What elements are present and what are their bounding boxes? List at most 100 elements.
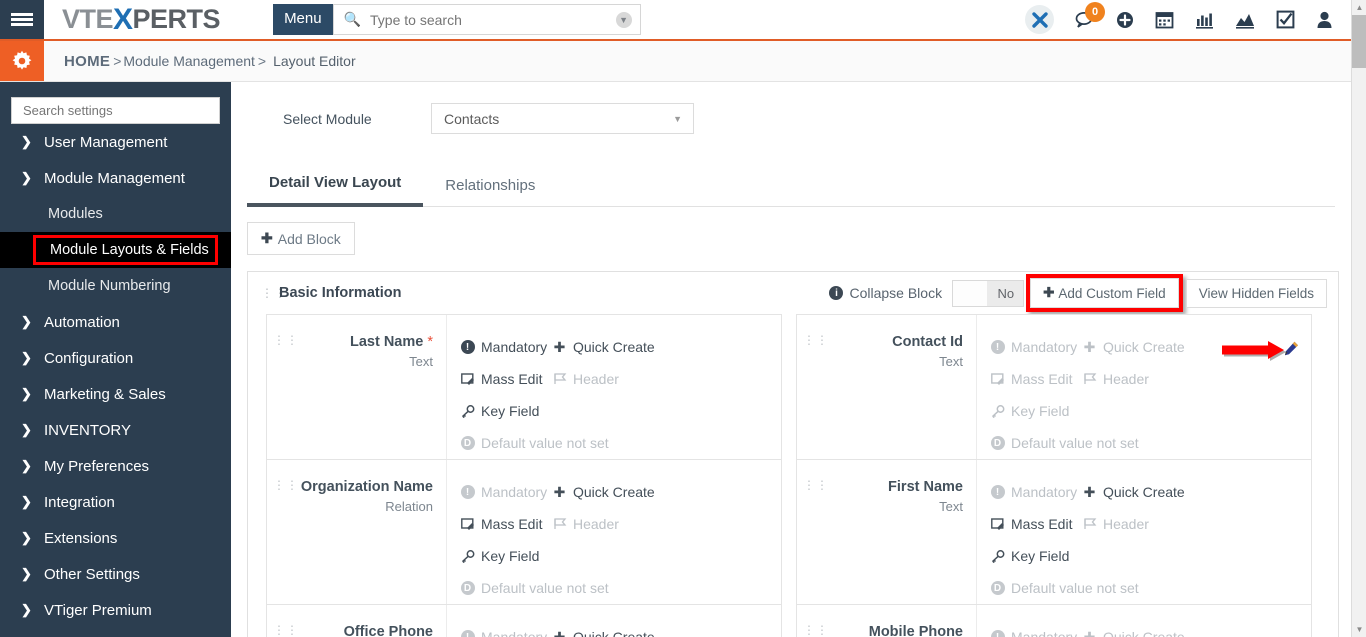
- prop-key-field[interactable]: Key Field: [990, 548, 1082, 564]
- prop-quick-create[interactable]: ✚ Quick Create: [552, 339, 655, 356]
- tab-detail-view-layout[interactable]: Detail View Layout: [247, 174, 424, 207]
- gear-icon[interactable]: [0, 41, 44, 81]
- sidebar-item-extensions[interactable]: ❯ Extensions: [0, 520, 231, 556]
- key-icon: [460, 549, 475, 563]
- prop-default-value[interactable]: D Default value not set: [460, 580, 609, 596]
- sidebar-item-marketing-and-sales[interactable]: ❯ Marketing & Sales: [0, 376, 231, 412]
- sidebar-item-integration[interactable]: ❯ Integration: [0, 484, 231, 520]
- prop-quick-create[interactable]: ✚ Quick Create: [1082, 339, 1185, 356]
- prop-header[interactable]: Header: [552, 371, 619, 387]
- edit-field-pencil-icon[interactable]: [1284, 341, 1299, 359]
- add-custom-field-highlight: ✚ Add Custom Field: [1026, 274, 1183, 312]
- add-custom-field-button[interactable]: ✚ Add Custom Field: [1030, 278, 1179, 308]
- prop-header[interactable]: Header: [552, 516, 619, 532]
- area-chart-icon[interactable]: [1235, 11, 1255, 29]
- breadcrumb-home[interactable]: HOME: [64, 53, 110, 70]
- calendar-icon[interactable]: [1155, 10, 1174, 29]
- sidebar-item-configuration[interactable]: ❯ Configuration: [0, 340, 231, 376]
- user-icon[interactable]: [1316, 11, 1333, 29]
- drag-handle-icon[interactable]: ⋮⋮: [273, 624, 298, 636]
- sidebar-item-modules[interactable]: Modules: [0, 196, 231, 232]
- field-properties: !Mandatory ✚Quick Create Mass Edit Heade…: [447, 460, 781, 604]
- bar-chart-icon[interactable]: [1195, 11, 1214, 29]
- module-select-dropdown[interactable]: Contacts ▼: [431, 103, 694, 134]
- sidebar-item-inventory[interactable]: ❯ INVENTORY: [0, 412, 231, 448]
- plus-icon: ✚: [553, 338, 566, 355]
- prop-mandatory[interactable]: ! Mandatory: [990, 339, 1082, 355]
- flag-icon: [552, 373, 567, 385]
- tab-relationships[interactable]: Relationships: [423, 177, 557, 206]
- prop-mass-edit[interactable]: Mass Edit: [990, 516, 1082, 532]
- add-circle-icon[interactable]: [1116, 11, 1134, 29]
- chevron-down-circle-icon[interactable]: ▼: [615, 11, 632, 28]
- info-icon: !: [990, 485, 1005, 499]
- checkbox-icon[interactable]: [1276, 10, 1295, 29]
- field-card[interactable]: ⋮⋮ Mobile Phone Phone !Mandatory ✚Quick …: [796, 604, 1312, 637]
- prop-mandatory[interactable]: ! Mandatory: [990, 484, 1082, 500]
- sidebar-item-module-layouts-and-fields[interactable]: Module Layouts & Fields: [0, 232, 231, 268]
- settings-search-box[interactable]: [11, 97, 220, 124]
- menu-button[interactable]: Menu: [273, 4, 333, 35]
- field-card[interactable]: ⋮⋮ Contact Id Text ! Mandatory ✚ Quick Cre…: [796, 314, 1312, 459]
- prop-key-field[interactable]: Key Field: [460, 548, 552, 564]
- search-input[interactable]: [368, 10, 616, 29]
- prop-quick-create[interactable]: ✚ Quick Create: [1082, 629, 1185, 637]
- plus-icon: ✚: [1083, 338, 1096, 355]
- sidebar-item-other-settings[interactable]: ❯ Other Settings: [0, 556, 231, 592]
- field-card[interactable]: ⋮⋮ First Name Text ! Mandatory ✚ Quick Cre…: [796, 459, 1312, 604]
- sidebar-item-label: Extensions: [44, 529, 118, 547]
- view-hidden-fields-button[interactable]: View Hidden Fields: [1185, 278, 1327, 308]
- prop-mandatory[interactable]: ! Mandatory: [460, 629, 552, 637]
- field-name: Contact Id: [892, 334, 963, 350]
- field-card[interactable]: ⋮⋮ Last Name * Text ! Mandatory ✚ Quick Cr…: [266, 314, 782, 459]
- sidebar-item-user-management[interactable]: ❯ User Management: [0, 124, 231, 160]
- prop-key-field[interactable]: Key Field: [460, 403, 552, 419]
- prop-quick-create[interactable]: ✚ Quick Create: [552, 484, 655, 501]
- prop-quick-create[interactable]: ✚ Quick Create: [552, 629, 655, 637]
- sidebar-item-automation[interactable]: ❯ Automation: [0, 304, 231, 340]
- sidebar-item-vtiger-premium[interactable]: ❯ VTiger Premium: [0, 592, 231, 628]
- prop-default-value[interactable]: D Default value not set: [990, 580, 1139, 596]
- field-card[interactable]: ⋮⋮ Office Phone Phone !Mandatory ✚Quick …: [266, 604, 782, 637]
- prop-header[interactable]: Header: [1082, 516, 1149, 532]
- hamburger-menu-icon[interactable]: [0, 0, 44, 39]
- search-box[interactable]: 🔍 ▼: [332, 4, 641, 35]
- chevron-right-icon: ❯: [21, 494, 32, 509]
- drag-handle-icon[interactable]: ⋮⋮: [273, 334, 298, 346]
- sidebar-item-module-numbering[interactable]: Module Numbering: [0, 268, 231, 304]
- sidebar-item-module-management[interactable]: ❯ Module Management: [0, 160, 231, 196]
- prop-default-value[interactable]: D Default value not set: [990, 435, 1139, 451]
- prop-quick-create[interactable]: ✚ Quick Create: [1082, 484, 1185, 501]
- page-scrollbar[interactable]: ▲ ▼: [1351, 0, 1366, 637]
- collapse-block-text: Collapse Block: [849, 285, 943, 301]
- add-block-button[interactable]: ✚ Add Block: [247, 222, 355, 255]
- scrollbar-thumb[interactable]: [1352, 15, 1366, 68]
- prop-key-field[interactable]: Key Field: [990, 403, 1082, 419]
- field-card[interactable]: ⋮⋮ Organization Name Relation ! Mandatory…: [266, 459, 782, 604]
- drag-handle-icon[interactable]: ⋮⋮: [803, 624, 828, 636]
- prop-header[interactable]: Header: [1082, 371, 1149, 387]
- prop-mass-edit[interactable]: Mass Edit: [460, 516, 552, 532]
- prop-mass-edit[interactable]: Mass Edit: [990, 371, 1082, 387]
- vtexperts-logo-icon[interactable]: [1025, 5, 1054, 34]
- prop-mandatory[interactable]: ! Mandatory: [460, 484, 552, 500]
- drag-handle-icon[interactable]: ⋮⋮: [261, 287, 286, 299]
- scroll-down-arrow-icon[interactable]: ▼: [1352, 622, 1366, 637]
- drag-handle-icon[interactable]: ⋮⋮: [803, 479, 828, 491]
- scroll-up-arrow-icon[interactable]: ▲: [1352, 0, 1366, 15]
- prop-mass-edit[interactable]: Mass Edit: [460, 371, 552, 387]
- prop-default-value[interactable]: D Default value not set: [460, 435, 609, 451]
- drag-handle-icon[interactable]: ⋮⋮: [803, 334, 828, 346]
- chat-icon[interactable]: 0: [1075, 2, 1105, 28]
- settings-search-input[interactable]: [21, 102, 210, 119]
- sidebar-item-my-preferences[interactable]: ❯ My Preferences: [0, 448, 231, 484]
- plus-icon: ✚: [553, 628, 566, 637]
- prop-mandatory[interactable]: ! Mandatory: [460, 339, 552, 355]
- brand-logo[interactable]: VTE X PERTS: [44, 0, 221, 39]
- collapse-block-toggle[interactable]: No: [952, 279, 1025, 307]
- breadcrumb-module-management[interactable]: Module Management: [123, 53, 255, 69]
- drag-handle-icon[interactable]: ⋮⋮: [273, 479, 298, 491]
- prop-mandatory[interactable]: ! Mandatory: [990, 629, 1082, 637]
- block-header: ⋮⋮ Basic Information i Collapse Block No…: [248, 272, 1338, 314]
- mass-edit-icon: [990, 517, 1005, 531]
